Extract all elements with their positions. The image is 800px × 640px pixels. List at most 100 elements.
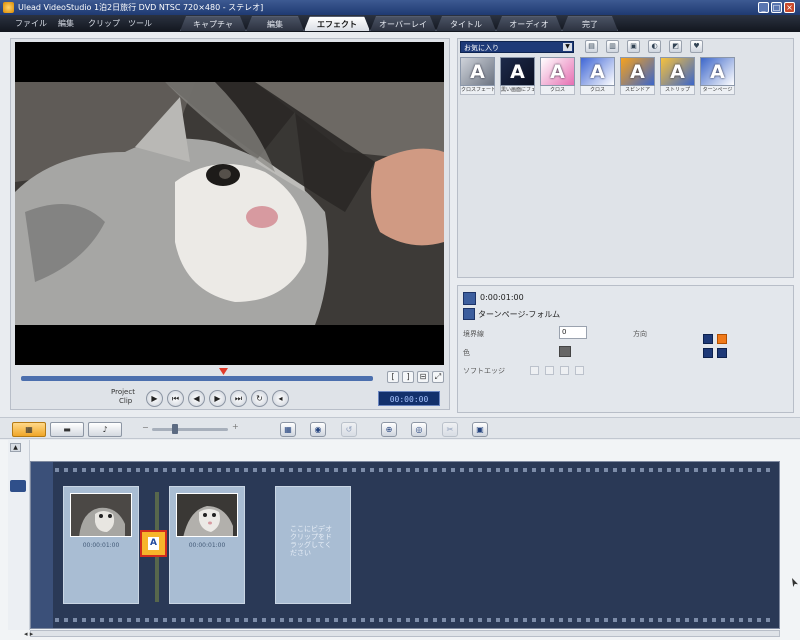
undo-icon[interactable]: ↺	[341, 422, 357, 437]
effect-preview-image: A	[660, 57, 695, 86]
clip-mode-label[interactable]: Clip	[119, 397, 132, 405]
effect-thumbnail[interactable]: A クロスフェード	[460, 57, 495, 96]
direction-bottom-right[interactable]	[717, 348, 727, 358]
softedge-strong[interactable]	[575, 366, 584, 375]
storyboard-scrollbar[interactable]	[30, 630, 780, 637]
audio-view-button[interactable]: ♪	[88, 422, 122, 437]
sprocket-holes-bottom	[55, 618, 775, 622]
softedge-medium[interactable]	[560, 366, 569, 375]
fit-project-icon[interactable]: ▦	[280, 422, 296, 437]
scrubber-handle[interactable]	[219, 368, 228, 375]
effect-thumbnail[interactable]: A スピンドア	[620, 57, 655, 96]
effect-thumbnail[interactable]: A ターンページ	[700, 57, 735, 96]
clip-duration-1: 00:00:01:00	[82, 542, 120, 549]
batch-convert-icon[interactable]: ⊕	[381, 422, 397, 437]
library-manager-icon[interactable]: ▥	[606, 40, 619, 53]
split-button[interactable]: ⊟	[417, 371, 429, 383]
video-preview	[15, 42, 444, 365]
filmstrip-left-edge	[31, 462, 53, 628]
color-label: 色	[463, 349, 470, 357]
effect-preview-image: A	[700, 57, 735, 86]
save-icon[interactable]: ▣	[472, 422, 488, 437]
effect-caption: クロス	[540, 86, 575, 95]
zoom-slider[interactable]	[152, 428, 228, 431]
clip-thumbnail-2	[176, 493, 238, 537]
effect-thumbnail[interactable]: A クロス	[540, 57, 575, 96]
softedge-label: ソフトエッジ	[463, 367, 505, 375]
multi-trim-icon[interactable]: ✂	[442, 422, 458, 437]
cat-video-frame	[15, 42, 444, 365]
timeline-view-button[interactable]: ▬	[50, 422, 84, 437]
category-dropdown[interactable]: お気に入り ▼	[460, 41, 574, 53]
storyboard-view-button[interactable]: ▦	[12, 422, 46, 437]
tab-capture[interactable]: キャプチャ	[180, 16, 246, 31]
drop-placeholder[interactable]: ここにビデオクリップをドラッグしてください	[275, 486, 351, 604]
minimize-button[interactable]: _	[758, 2, 769, 13]
effect-thumbnail[interactable]: A クロス	[580, 57, 615, 96]
effect-preview-image: A	[500, 57, 535, 86]
repeat-button[interactable]: ↻	[251, 390, 268, 407]
next-frame-button[interactable]: ▶	[209, 390, 226, 407]
direction-top-left[interactable]	[703, 334, 713, 344]
softedge-none[interactable]	[530, 366, 539, 375]
trim-start-button[interactable]: [	[387, 371, 399, 383]
play-button[interactable]: ▶	[146, 390, 163, 407]
storyboard-filmstrip: 00:00:01:00 A 00:00:01:00 ここにビデオクリップをドラッ…	[30, 461, 780, 629]
effect-thumbnail[interactable]: A黒い画面にフェード	[500, 57, 535, 96]
add-favorite-icon[interactable]: ♥	[690, 40, 703, 53]
direction-top-right[interactable]	[717, 334, 727, 344]
preview-scrubber[interactable]	[21, 376, 373, 381]
tab-finish[interactable]: 完了	[562, 16, 618, 31]
effect-caption: クロス	[580, 86, 615, 95]
tab-edit[interactable]: 編集	[246, 16, 304, 31]
sprocket-holes-top	[55, 468, 775, 472]
timecode-display[interactable]: 00:00:00	[378, 391, 440, 406]
menu-clip[interactable]: クリップ	[88, 18, 120, 29]
scroll-up-icon[interactable]: ▲	[10, 443, 21, 452]
border-width-stepper[interactable]: 0	[559, 326, 587, 339]
to-end-button[interactable]: ⏭	[230, 390, 247, 407]
scene-detect-icon[interactable]: ◎	[411, 422, 427, 437]
clip-thumbnail-1	[70, 493, 132, 537]
tab-title[interactable]: タイトル	[436, 16, 496, 31]
disc-icon[interactable]: ◉	[310, 422, 326, 437]
to-start-button[interactable]: ⏮	[167, 390, 184, 407]
effect-caption: スピンドア	[620, 86, 655, 95]
preview-icon[interactable]: ▣	[627, 40, 640, 53]
apply-random-icon[interactable]: ◐	[648, 40, 661, 53]
border-color-swatch[interactable]	[559, 346, 571, 357]
prev-frame-button[interactable]: ◀	[188, 390, 205, 407]
chevron-down-icon[interactable]: ▼	[563, 43, 572, 51]
tab-overlay[interactable]: オーバーレイ	[370, 16, 436, 31]
volume-button[interactable]: ◂	[272, 390, 289, 407]
effect-thumbnail[interactable]: A ストリップ	[660, 57, 695, 96]
close-button[interactable]: ×	[784, 2, 795, 13]
menu-file[interactable]: ファイル	[15, 18, 47, 29]
project-mode-label[interactable]: Project	[111, 388, 135, 396]
menu-tab-bar: ファイル 編集 クリップ ツール キャプチャ 編集 エフェクト オーバーレイ タ…	[0, 15, 800, 32]
zoom-out-icon[interactable]: −	[142, 423, 149, 432]
maximize-button[interactable]: □	[771, 2, 782, 13]
tab-effect[interactable]: エフェクト	[304, 16, 370, 31]
apply-current-icon[interactable]: ◩	[669, 40, 682, 53]
direction-bottom-left[interactable]	[703, 348, 713, 358]
options-panel: 0:00:01:00 ターンページ-フォルム 境界線 0 色 ソフトエッジ 方向	[457, 285, 794, 413]
storyboard-clip-1[interactable]: 00:00:01:00	[63, 486, 139, 604]
trim-end-button[interactable]: ]	[402, 371, 414, 383]
tab-audio[interactable]: オーディオ	[496, 16, 562, 31]
view-toolbar: ▦ ▬ ♪ − + ▦ ◉ ↺ ⊕ ◎ ✂ ▣	[0, 417, 800, 439]
zoom-slider-thumb[interactable]	[172, 424, 178, 434]
fullscreen-button[interactable]: ⤢	[432, 371, 444, 383]
menu-edit[interactable]: 編集	[58, 18, 74, 29]
menu-tools[interactable]: ツール	[128, 18, 152, 29]
storyboard-clip-2[interactable]: 00:00:01:00	[169, 486, 245, 604]
zoom-in-icon[interactable]: +	[232, 422, 239, 431]
transition-marker[interactable]: A	[140, 530, 167, 557]
duration-field[interactable]: 0:00:01:00	[480, 293, 524, 302]
placeholder-text: ここにビデオクリップをドラッグしてください	[290, 525, 332, 557]
title-bar: Ulead VideoStudio 1泊2日旅行 DVD NTSC 720×48…	[0, 0, 800, 15]
bottom-nav-icons[interactable]: ◂ ▸	[24, 630, 33, 638]
video-track-icon[interactable]	[10, 480, 26, 492]
import-icon[interactable]: ▤	[585, 40, 598, 53]
softedge-weak[interactable]	[545, 366, 554, 375]
